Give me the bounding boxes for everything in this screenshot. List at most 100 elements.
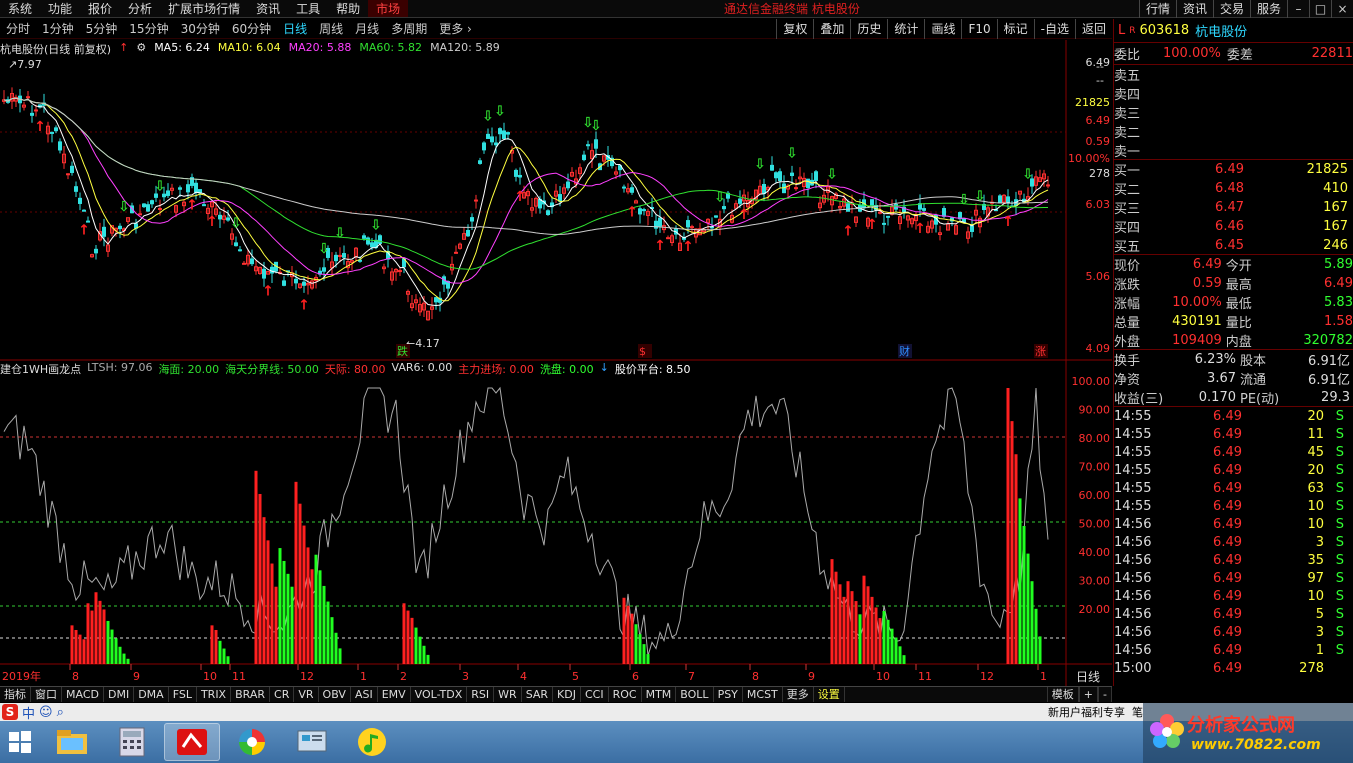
tool-back[interactable]: 返回 bbox=[1074, 19, 1112, 39]
tab-obv[interactable]: OBV bbox=[319, 687, 351, 702]
buy-row-2[interactable]: 买二 6.48 410 bbox=[1114, 179, 1353, 198]
news-button[interactable]: 资讯 bbox=[1175, 0, 1213, 18]
tab-mtm[interactable]: MTM bbox=[642, 687, 677, 702]
period-monthly[interactable]: 月线 bbox=[349, 20, 385, 37]
tab-more[interactable]: 更多 bbox=[783, 687, 814, 702]
service-button[interactable]: 服务 bbox=[1249, 0, 1287, 18]
menu-ext-market[interactable]: 扩展市场行情 bbox=[160, 0, 248, 17]
settings-icon[interactable]: ⚙ bbox=[136, 41, 146, 55]
buy-row-3[interactable]: 买三 6.47 167 bbox=[1114, 198, 1353, 217]
tab-vol-tdx[interactable]: VOL-TDX bbox=[411, 687, 468, 702]
tab-rsi[interactable]: RSI bbox=[467, 687, 495, 702]
menu-info[interactable]: 资讯 bbox=[248, 0, 288, 17]
candle-body bbox=[366, 237, 370, 245]
tool-watchlist[interactable]: -自选 bbox=[1033, 19, 1075, 39]
tab-indicator[interactable]: 指标 bbox=[0, 687, 31, 702]
calculator-icon[interactable] bbox=[104, 723, 160, 761]
tab-vr[interactable]: VR bbox=[294, 687, 319, 702]
buy-row-1[interactable]: 买一 6.49 21825 bbox=[1114, 160, 1353, 179]
tool-stats[interactable]: 统计 bbox=[887, 19, 924, 39]
minimize-icon[interactable]: – bbox=[1287, 0, 1309, 18]
period-30min[interactable]: 30分钟 bbox=[175, 20, 226, 37]
tab-roc[interactable]: ROC bbox=[609, 687, 642, 702]
tab-asi[interactable]: ASI bbox=[351, 687, 378, 702]
tab-dmi[interactable]: DMI bbox=[104, 687, 135, 702]
stock-name: 杭电股份 bbox=[1195, 25, 1248, 40]
tab-boll[interactable]: BOLL bbox=[676, 687, 714, 702]
tdx-app-icon[interactable] bbox=[164, 723, 220, 761]
tab-cr[interactable]: CR bbox=[270, 687, 295, 702]
sogou-icon[interactable]: S bbox=[2, 704, 18, 720]
tab-settings[interactable]: 设置 bbox=[814, 687, 845, 702]
tool-f10[interactable]: F10 bbox=[961, 19, 996, 39]
tool-overlay[interactable]: 叠加 bbox=[813, 19, 850, 39]
ime-toolbar[interactable]: S 中 ☺ ⌕ bbox=[0, 703, 64, 722]
period-15min[interactable]: 15分钟 bbox=[123, 20, 174, 37]
menu-market[interactable]: 市场 bbox=[368, 0, 409, 17]
tab-window[interactable]: 窗口 bbox=[31, 687, 62, 702]
stat2-value: 3.67 bbox=[1207, 371, 1236, 386]
tab-psy[interactable]: PSY bbox=[714, 687, 743, 702]
indicator-name[interactable]: 建仓1WH画龙点 bbox=[0, 361, 81, 376]
zhuli-bar bbox=[302, 525, 306, 664]
sell-row-5[interactable]: 卖五 bbox=[1114, 65, 1353, 84]
sell-row-3[interactable]: 卖三 bbox=[1114, 103, 1353, 122]
menu-tools[interactable]: 工具 bbox=[288, 0, 328, 17]
period-more[interactable]: 更多 › bbox=[433, 20, 478, 37]
qq-music-icon[interactable] bbox=[344, 723, 400, 761]
ime-zh[interactable]: 中 bbox=[22, 703, 35, 722]
xipan-bar bbox=[634, 624, 638, 664]
tab-mcst[interactable]: MCST bbox=[743, 687, 783, 702]
close-icon[interactable]: × bbox=[1331, 0, 1353, 18]
candle-body bbox=[882, 222, 886, 225]
browser-icon[interactable] bbox=[224, 723, 280, 761]
buy-row-5[interactable]: 买五 6.45 246 bbox=[1114, 236, 1353, 255]
sell-row-4[interactable]: 卖四 bbox=[1114, 84, 1353, 103]
tab-dma[interactable]: DMA bbox=[134, 687, 169, 702]
sell-row-1[interactable]: 卖一 bbox=[1114, 141, 1353, 160]
period-intraday[interactable]: 分时 bbox=[0, 20, 36, 37]
tool-fuquan[interactable]: 复权 bbox=[776, 19, 813, 39]
status-promo[interactable]: 新用户福利专享 笔 bbox=[1048, 704, 1143, 720]
tick-list[interactable]: 14:55 6.49 20 S 14:55 6.49 11 S 14:55 6.49 45 S 14:5… bbox=[1114, 407, 1353, 677]
period-daily[interactable]: 日线 bbox=[277, 20, 313, 37]
sell-arrow-icon: ⇩ bbox=[1022, 167, 1034, 183]
tab-macd[interactable]: MACD bbox=[62, 687, 104, 702]
control-panel-icon[interactable] bbox=[284, 723, 340, 761]
tab-wr[interactable]: WR bbox=[494, 687, 522, 702]
period-weekly[interactable]: 周线 bbox=[313, 20, 349, 37]
menu-help[interactable]: 帮助 bbox=[328, 0, 368, 17]
windows-start-icon[interactable] bbox=[0, 722, 40, 762]
quote-button[interactable]: 行情 bbox=[1138, 0, 1176, 18]
remove-window-button[interactable]: - bbox=[1098, 687, 1112, 702]
period-60min[interactable]: 60分钟 bbox=[226, 20, 277, 37]
tab-sar[interactable]: SAR bbox=[522, 687, 554, 702]
menu-function[interactable]: 功能 bbox=[40, 0, 80, 17]
file-explorer-icon[interactable] bbox=[44, 723, 100, 761]
tab-kdj[interactable]: KDJ bbox=[553, 687, 581, 702]
tool-draw[interactable]: 画线 bbox=[924, 19, 961, 39]
tick-time: 14:56 bbox=[1114, 516, 1152, 532]
tab-trix[interactable]: TRIX bbox=[197, 687, 232, 702]
tool-mark[interactable]: 标记 bbox=[996, 19, 1034, 39]
tool-history[interactable]: 历史 bbox=[850, 19, 887, 39]
menu-quote[interactable]: 报价 bbox=[80, 0, 120, 17]
tab-brar[interactable]: BRAR bbox=[231, 687, 271, 702]
period-multi[interactable]: 多周期 bbox=[385, 20, 433, 37]
buy-row-4[interactable]: 买四 6.46 167 bbox=[1114, 217, 1353, 236]
tick-time: 15:00 bbox=[1114, 660, 1152, 676]
menu-system[interactable]: 系统 bbox=[0, 0, 40, 17]
tab-emv[interactable]: EMV bbox=[378, 687, 411, 702]
maximize-icon[interactable]: □ bbox=[1309, 0, 1331, 18]
search-icon[interactable]: ⌕ bbox=[57, 705, 64, 720]
period-5min[interactable]: 5分钟 bbox=[80, 20, 124, 37]
template-button[interactable]: 模板 bbox=[1046, 687, 1079, 702]
sell-row-2[interactable]: 卖二 bbox=[1114, 122, 1353, 141]
tab-cci[interactable]: CCI bbox=[581, 687, 609, 702]
add-window-button[interactable]: + bbox=[1078, 687, 1099, 702]
smiley-icon[interactable]: ☺ bbox=[39, 705, 53, 720]
tab-fsl[interactable]: FSL bbox=[169, 687, 197, 702]
trade-button[interactable]: 交易 bbox=[1212, 0, 1250, 18]
period-1min[interactable]: 1分钟 bbox=[36, 20, 80, 37]
menu-analysis[interactable]: 分析 bbox=[120, 0, 160, 17]
